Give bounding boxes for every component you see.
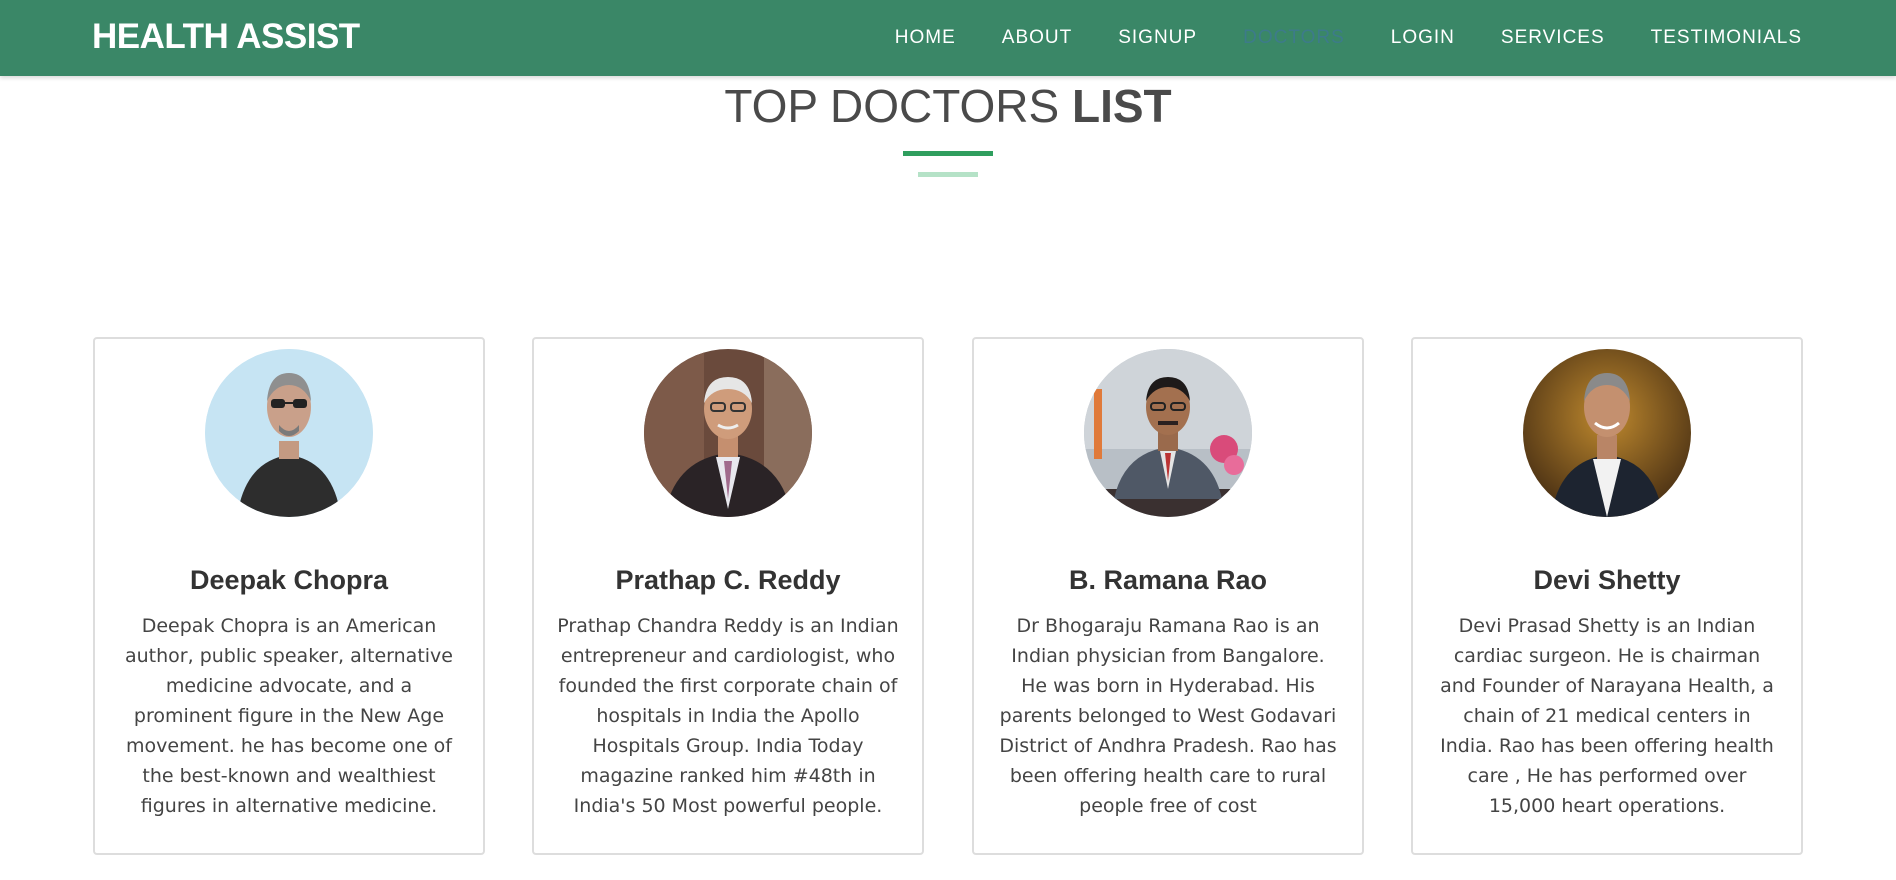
doctor-photo-icon	[205, 349, 373, 517]
nav-link-home[interactable]: HOME	[895, 27, 956, 49]
nav-link-services[interactable]: SERVICES	[1501, 27, 1605, 49]
brand-logo[interactable]: HEALTH ASSIST	[92, 16, 360, 58]
section-title-bold: LIST	[1071, 80, 1172, 132]
title-underline-secondary	[918, 172, 978, 177]
nav-link-doctors[interactable]: DOCTORS	[1243, 27, 1345, 49]
doctor-photo-icon	[1523, 349, 1691, 517]
doctor-photo-icon	[644, 349, 812, 517]
doctor-description: Deepak Chopra is an American author, pub…	[125, 615, 453, 817]
doctor-name: B. Ramana Rao	[1068, 565, 1268, 595]
doctor-name: Deepak Chopra	[189, 565, 389, 595]
doctor-avatar	[644, 349, 812, 517]
doctor-card: Prathap C. Reddy Prathap Chandra Reddy i…	[532, 337, 924, 855]
doctor-avatar	[1084, 349, 1252, 517]
nav-links: HOME ABOUT SIGNUP DOCTORS LOGIN SERVICES…	[895, 0, 1802, 76]
top-navbar: HEALTH ASSIST HOME ABOUT SIGNUP DOCTORS …	[0, 0, 1896, 76]
doctor-avatar	[205, 349, 373, 517]
doctor-card: B. Ramana Rao Dr Bhogaraju Ramana Rao is…	[972, 337, 1364, 855]
doctor-card: Devi Shetty Devi Prasad Shetty is an Ind…	[1411, 337, 1803, 855]
doctor-description: Devi Prasad Shetty is an Indian cardiac …	[1440, 615, 1774, 817]
doctor-name: Devi Shetty	[1533, 565, 1681, 595]
doctor-photo-icon	[1084, 349, 1252, 517]
section-title: TOP DOCTORS LIST	[0, 78, 1896, 134]
section-title-light: TOP DOCTORS	[724, 80, 1072, 132]
doctor-avatar	[1523, 349, 1691, 517]
doctor-description: Dr Bhogaraju Ramana Rao is an Indian phy…	[999, 615, 1337, 817]
nav-link-login[interactable]: LOGIN	[1391, 27, 1455, 49]
doctor-description: Prathap Chandra Reddy is an Indian entre…	[557, 615, 899, 817]
title-underline	[903, 151, 993, 156]
doctor-name: Prathap C. Reddy	[615, 565, 841, 595]
nav-link-about[interactable]: ABOUT	[1002, 27, 1072, 49]
doctor-card: Deepak Chopra Deepak Chopra is an Americ…	[93, 337, 485, 855]
nav-link-signup[interactable]: SIGNUP	[1118, 27, 1197, 49]
nav-link-testimonials[interactable]: TESTIMONIALS	[1651, 27, 1802, 49]
